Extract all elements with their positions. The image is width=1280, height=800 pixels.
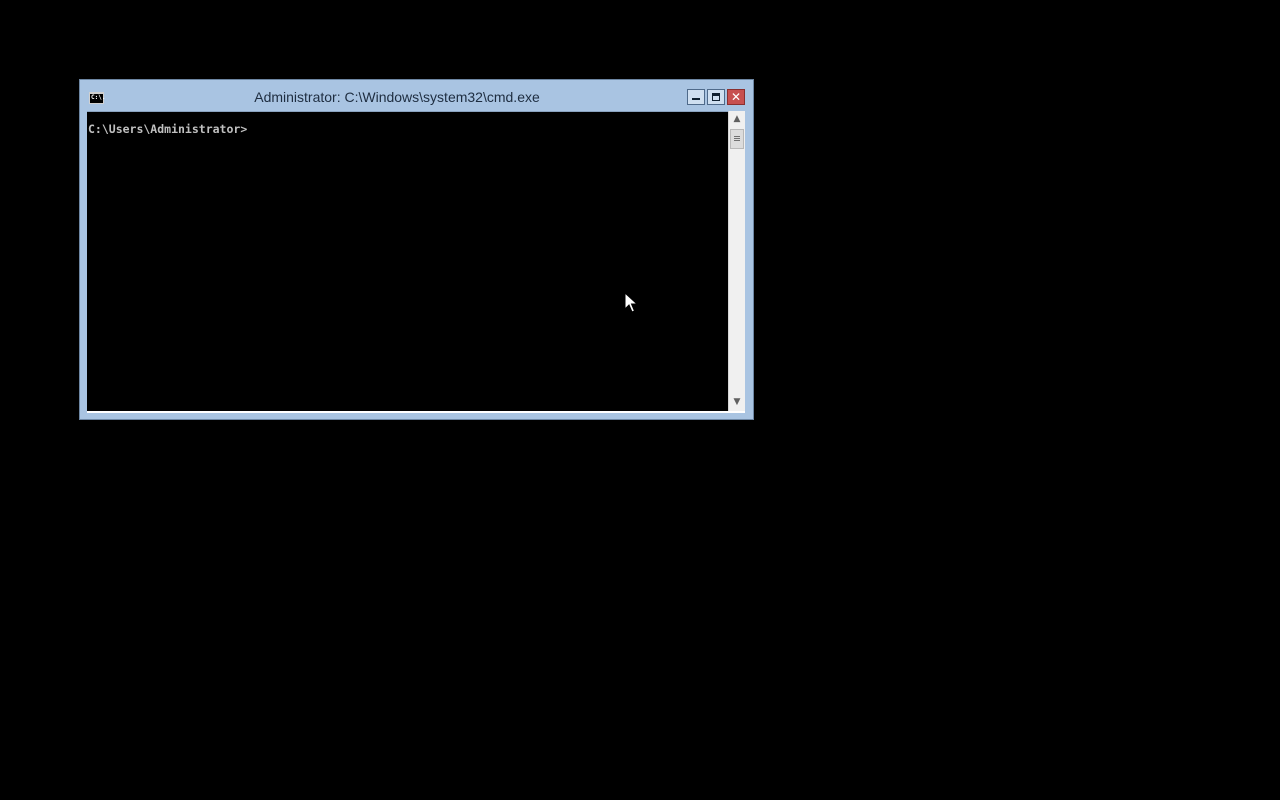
mouse-pointer-icon	[624, 292, 638, 313]
minimize-button[interactable]	[687, 89, 705, 105]
window-title: Administrator: C:\Windows\system32\cmd.e…	[254, 89, 540, 105]
maximize-button[interactable]	[707, 89, 725, 105]
maximize-icon	[712, 93, 720, 101]
console-output[interactable]: C:\Users\Administrator>	[87, 111, 728, 411]
grip-line	[734, 136, 740, 137]
title-bar[interactable]: C:\. Administrator: C:\Windows\system32\…	[80, 80, 753, 111]
command-prompt[interactable]: C:\Users\Administrator>	[88, 122, 247, 136]
grip-line	[734, 140, 740, 141]
close-button[interactable]: ✕	[727, 89, 745, 105]
scroll-thumb[interactable]	[730, 129, 744, 149]
desktop: C:\. Administrator: C:\Windows\system32\…	[0, 0, 1280, 800]
scroll-up-arrow-icon[interactable]: ▲	[729, 111, 745, 128]
scroll-down-arrow-icon[interactable]: ▼	[729, 394, 745, 411]
window-bottom-border	[87, 411, 745, 413]
minimize-icon	[692, 98, 700, 100]
close-icon: ✕	[730, 90, 742, 104]
cmd-window: C:\. Administrator: C:\Windows\system32\…	[79, 79, 754, 420]
vertical-scrollbar[interactable]: ▲ ▼	[728, 111, 745, 411]
grip-line	[734, 138, 740, 139]
